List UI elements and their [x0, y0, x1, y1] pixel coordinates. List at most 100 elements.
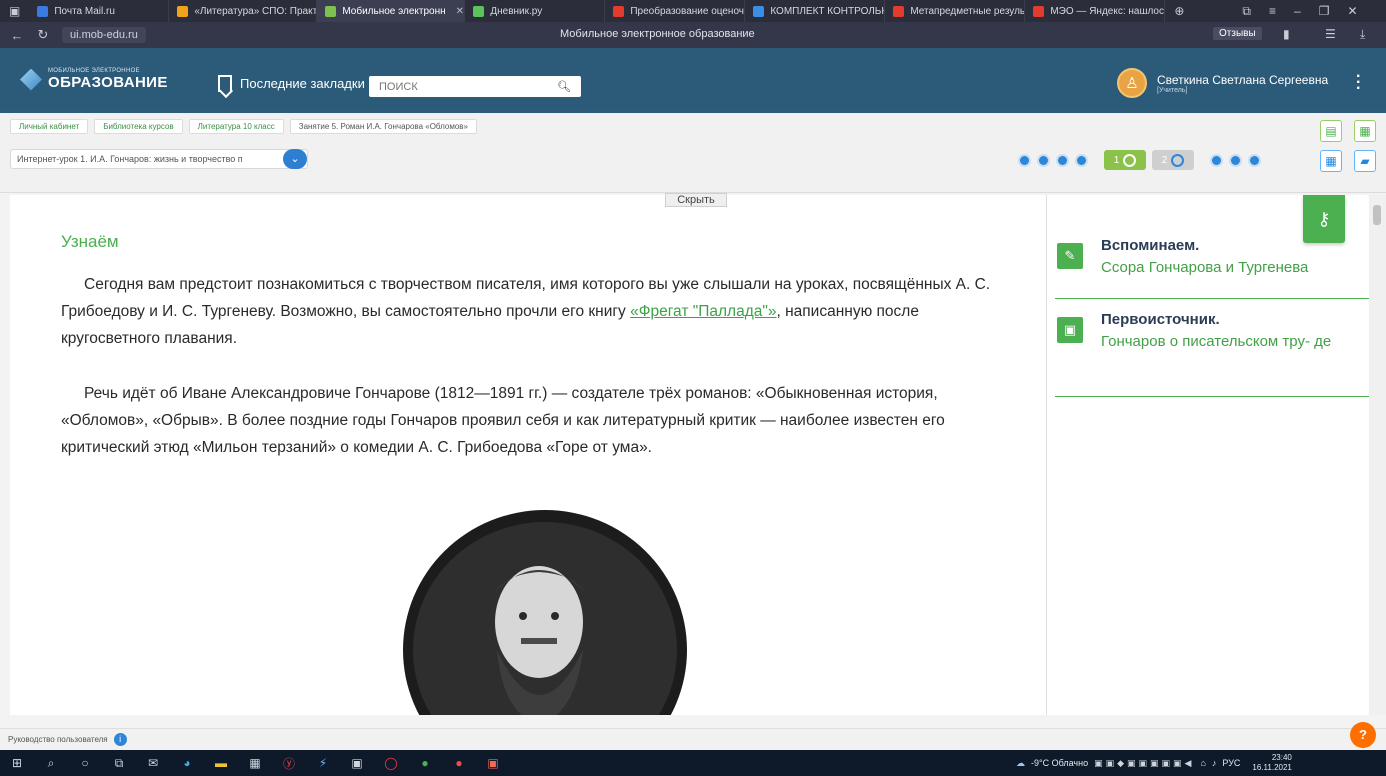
- minimize-icon[interactable]: –: [1285, 4, 1310, 18]
- search-icon[interactable]: 🔍︎: [557, 80, 571, 93]
- more-menu-icon[interactable]: · · ·: [1356, 69, 1361, 97]
- yandex-icon[interactable]: ●: [448, 755, 470, 771]
- pencil-icon: ✎: [1057, 243, 1083, 269]
- breadcrumb-cabinet[interactable]: Личный кабинет: [10, 119, 89, 134]
- tab-favicon: [893, 5, 905, 17]
- tray-icons[interactable]: ▣▣◆▣▣▣▣▣◀: [1094, 758, 1194, 769]
- clock[interactable]: 23:40 16.11.2021: [1252, 753, 1291, 773]
- breadcrumb-library[interactable]: Библиотека курсов: [94, 119, 183, 134]
- help-button[interactable]: ?: [1350, 722, 1376, 748]
- calendar-icon[interactable]: ▦: [1320, 150, 1342, 172]
- page-1-button[interactable]: 1: [1104, 150, 1146, 170]
- tab-search-icon[interactable]: ⧉: [1233, 4, 1260, 19]
- app-icon[interactable]: ⚡: [312, 755, 334, 771]
- tab-favicon: [177, 5, 189, 17]
- chat-icon[interactable]: ▰: [1354, 150, 1376, 172]
- tab-mail[interactable]: Почта Mail.ru: [29, 0, 170, 22]
- notes-icon[interactable]: ▤: [1320, 120, 1342, 142]
- section-heading: Узнаём: [61, 232, 119, 251]
- reader-icon[interactable]: ☰: [1325, 27, 1336, 41]
- info-icon[interactable]: i: [113, 733, 127, 746]
- file-explorer-icon[interactable]: ▬: [210, 755, 232, 771]
- windows-start-icon[interactable]: ⊞: [6, 755, 28, 771]
- tab-control-kit[interactable]: КОМПЛЕКТ КОНТРОЛЬН: [745, 0, 886, 22]
- app-logo[interactable]: МОБИЛЬНОЕ ЭЛЕКТРОННОЕ ОБРАЗОВАНИЕ: [20, 68, 168, 91]
- lesson-content: Узнаём Сегодня вам предстоит познакомить…: [10, 195, 1046, 715]
- sidebar-item-remember[interactable]: ✎ Вспоминаем. Ссора Гончарова и Тургенев…: [1055, 237, 1369, 299]
- new-tab-icon[interactable]: ⊕: [1165, 4, 1193, 18]
- task-view-icon[interactable]: ⧉: [108, 755, 130, 771]
- tab-literature-practice[interactable]: «Литература» СПО: Практ: [169, 0, 318, 22]
- weather-label[interactable]: -9°C Облачно: [1031, 758, 1088, 768]
- yandex-browser-icon[interactable]: ⓨ: [278, 755, 300, 771]
- sidebar-item-source[interactable]: ▣ Первоисточник. Гончаров о писательском…: [1055, 311, 1369, 397]
- calculator-icon[interactable]: ▦: [1354, 120, 1376, 142]
- user-name: Светкина Светлана Сергеевна: [1157, 72, 1329, 87]
- chevron-down-icon[interactable]: ⌄: [283, 149, 307, 169]
- cortana-icon[interactable]: ○: [74, 755, 96, 771]
- mail-app-icon[interactable]: ✉: [142, 755, 164, 771]
- breadcrumb-course[interactable]: Литература 10 класс: [188, 119, 284, 134]
- browser-menu-icon[interactable]: ▣: [0, 4, 29, 18]
- lesson-selector[interactable]: Интернет-урок 1. И.А. Гончаров: жизнь и …: [10, 149, 308, 169]
- tab-mobile-education[interactable]: Мобильное электронн ✕: [317, 0, 466, 22]
- hide-button[interactable]: Скрыть: [665, 193, 727, 207]
- materials-sidebar: ⚷ ✎ Вспоминаем. Ссора Гончарова и Турген…: [1046, 195, 1369, 715]
- reload-icon[interactable]: ↻: [34, 27, 52, 43]
- edge-icon[interactable]: ◕: [176, 755, 198, 771]
- play-icon[interactable]: [1056, 153, 1069, 167]
- goncharov-portrait: [403, 510, 687, 715]
- network-icon[interactable]: ⌂: [1200, 758, 1205, 768]
- tab-metasubject-results[interactable]: Метапредметные резуль: [885, 0, 1026, 22]
- messenger-icon[interactable]: ▣: [346, 755, 368, 771]
- browser-tab-strip: ▣ Почта Mail.ru «Литература» СПО: Практ …: [0, 0, 1386, 22]
- close-window-icon[interactable]: ✕: [1338, 4, 1366, 18]
- windows-taskbar: ⊞ ⌕ ○ ⧉ ✉ ◕ ▬ ▦ ⓨ ⚡ ▣ ◯ ● ● ▣ ☁ -9°C Обл…: [0, 750, 1386, 776]
- bookmark-outline-icon: [218, 75, 232, 92]
- tool-icons: ▤ ▦ ▦ ▰: [1320, 120, 1376, 172]
- volume-icon[interactable]: ♪: [1212, 758, 1217, 768]
- recent-bookmarks-button[interactable]: Последние закладки: [218, 75, 365, 92]
- tab-close-icon[interactable]: ✕: [456, 6, 464, 17]
- restore-icon[interactable]: ❐: [1310, 4, 1339, 18]
- next-page-icon[interactable]: [1229, 153, 1242, 167]
- next-section-icon[interactable]: [1210, 153, 1223, 167]
- search-icon[interactable]: ⌕: [40, 755, 62, 771]
- document-icon: ▣: [1057, 317, 1083, 343]
- browser-settings-icon[interactable]: ≡: [1260, 4, 1285, 18]
- back-icon[interactable]: ←: [8, 28, 26, 43]
- download-icon[interactable]: ⤓: [1360, 27, 1365, 42]
- frigate-pallada-link[interactable]: «Фрегат "Паллада"»: [630, 303, 776, 320]
- tab-dnevnik[interactable]: Дневник.ру: [465, 0, 606, 22]
- photos-icon[interactable]: ▣: [482, 755, 504, 771]
- breadcrumb-lesson[interactable]: Занятие 5. Роман И.А. Гончарова «Обломов…: [289, 119, 478, 134]
- search-input[interactable]: [379, 80, 558, 93]
- key-icon[interactable]: ⚷: [1303, 195, 1345, 243]
- bookmark-icon[interactable]: ▮: [1283, 27, 1290, 41]
- page-2-button[interactable]: 2: [1152, 150, 1194, 170]
- opera-icon[interactable]: ◯: [380, 755, 402, 771]
- user-guide-link[interactable]: Руководство пользователя: [8, 735, 108, 744]
- ring-icon: [1171, 153, 1185, 167]
- lesson-toolbar: Личный кабинет Библиотека курсов Литерат…: [0, 113, 1386, 193]
- language-indicator[interactable]: РУС: [1222, 758, 1240, 768]
- first-page-icon[interactable]: [1018, 153, 1031, 167]
- last-page-icon[interactable]: [1248, 153, 1261, 167]
- reviews-button[interactable]: Отзывы: [1213, 27, 1262, 40]
- search-box[interactable]: 🔍︎: [369, 76, 581, 97]
- green-app-icon[interactable]: ●: [414, 755, 436, 771]
- user-profile[interactable]: ♙ Светкина Светлана Сергеевна [Учитель]: [1117, 68, 1328, 98]
- pen-icon[interactable]: [1075, 153, 1088, 167]
- lesson-pager: 1 2: [1018, 150, 1261, 170]
- tab-yandex-search[interactable]: МЭО — Яндекс: нашлось: [1025, 0, 1166, 22]
- url-field[interactable]: ui.mob-edu.ru: [62, 27, 146, 43]
- tab-favicon: [473, 5, 485, 17]
- scroll-thumb[interactable]: [1373, 205, 1381, 225]
- prev-page-icon[interactable]: [1037, 153, 1050, 167]
- calculator-app-icon[interactable]: ▦: [244, 755, 266, 771]
- scrollbar[interactable]: [1369, 195, 1386, 715]
- ring-icon: [1123, 153, 1137, 167]
- paragraph-goncharov: Речь идёт об Иване Александровиче Гончар…: [61, 385, 945, 456]
- breadcrumb: Личный кабинет Библиотека курсов Литерат…: [10, 119, 478, 134]
- tab-grade-conversion[interactable]: Преобразование оценочн: [605, 0, 746, 22]
